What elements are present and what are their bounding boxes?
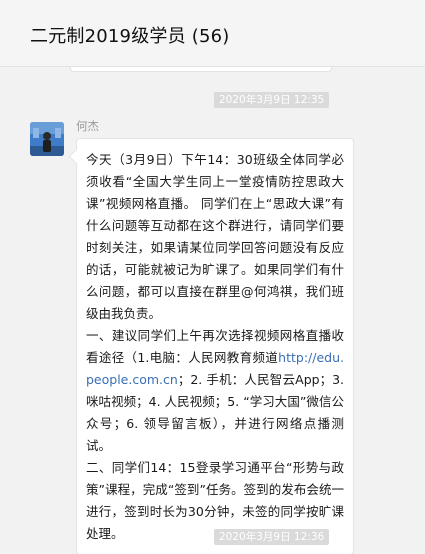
message-bubble[interactable]: 今天（3月9日）下午14：30班级全体同学必须收看“全国大学生同上一堂疫情防控思…: [76, 138, 354, 554]
message-paragraph: 今天（3月9日）下午14：30班级全体同学必须收看“全国大学生同上一堂疫情防控思…: [86, 152, 344, 321]
message-list[interactable]: 2020年3月9日 12:35 何杰 今天（3月9日）下午14：30班级全体同学…: [0, 67, 425, 554]
group-title: 二元制2019级学员 (56): [30, 26, 230, 47]
chat-header: 二元制2019级学员 (56): [0, 0, 425, 67]
timestamp-chip: 2020年3月9日 12:36: [214, 529, 330, 545]
previous-message-bubble[interactable]: [70, 67, 332, 72]
sender-avatar[interactable]: [30, 122, 64, 156]
timestamp-chip: 2020年3月9日 12:35: [214, 92, 330, 108]
avatar-image: [30, 122, 64, 156]
message-paragraph: 一、建议同学们上午再次选择视频网格直播收看途径（1.电脑：人民网教育频道http…: [86, 325, 344, 457]
sender-name: 何杰: [76, 119, 99, 133]
